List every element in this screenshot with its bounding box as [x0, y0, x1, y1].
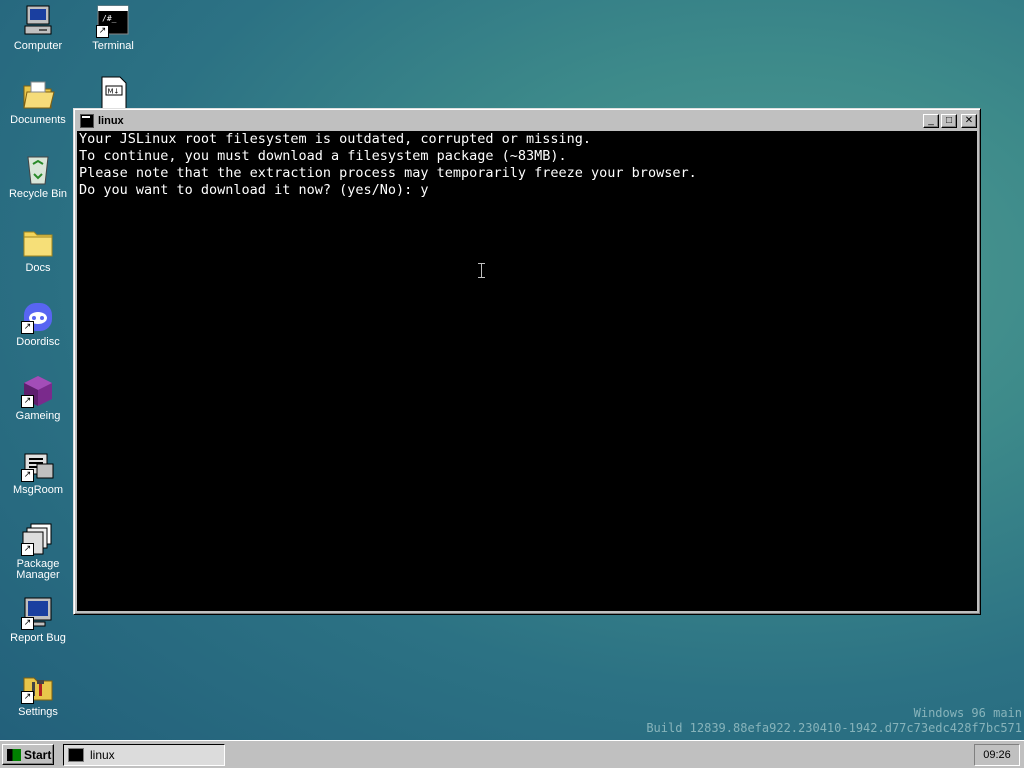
cube-icon: ↗ [21, 374, 55, 408]
linux-window: linux _ □ ✕ Your JSLinux root filesystem… [73, 108, 981, 615]
terminal-window-icon [80, 113, 94, 128]
terminal-line: Please note that the extraction process … [79, 165, 697, 181]
desktop-icon-label: Terminal [92, 40, 134, 52]
shortcut-arrow-icon: ↗ [21, 617, 34, 630]
monitor-icon: ↗ [21, 596, 55, 630]
terminal-line: Your JSLinux root filesystem is outdated… [79, 131, 592, 147]
desktop: Computer /#_ ↗ Terminal M↓ Documents Rec… [0, 0, 1024, 740]
svg-text:M↓: M↓ [108, 88, 120, 96]
minimize-button[interactable]: _ [923, 113, 939, 128]
window-title: linux [98, 114, 124, 127]
taskbar: Start linux 09:26 [0, 740, 1024, 768]
terminal-line: Do you want to download it now? (yes/No)… [79, 182, 429, 198]
desktop-icon-label: Settings [18, 706, 58, 718]
start-button[interactable]: Start [2, 744, 54, 765]
desktop-icon-package-manager[interactable]: ↗ Package Manager [1, 522, 75, 581]
build-watermark: Windows 96 main Build 12839.88efa922.230… [646, 706, 1022, 736]
watermark-line: Windows 96 main [913, 706, 1022, 720]
svg-text:/#_: /#_ [102, 14, 117, 23]
terminal-icon: /#_ ↗ [96, 4, 130, 38]
shortcut-arrow-icon: ↗ [21, 469, 34, 482]
markdown-file-icon: M↓ [96, 76, 130, 110]
desktop-icon-label: Computer [13, 40, 63, 52]
desktop-icon-docs[interactable]: Docs [1, 226, 75, 274]
desktop-icon-terminal[interactable]: /#_ ↗ Terminal [76, 4, 150, 52]
start-logo-icon [7, 748, 21, 761]
shortcut-arrow-icon: ↗ [21, 543, 34, 556]
settings-tools-icon: ↗ [21, 670, 55, 704]
desktop-icon-doordisc[interactable]: ↗ Doordisc [1, 300, 75, 348]
chat-computer-icon: ↗ [21, 448, 55, 482]
package-icon: ↗ [21, 522, 55, 556]
folder-open-icon [21, 78, 55, 112]
terminal-output[interactable]: Your JSLinux root filesystem is outdated… [77, 131, 977, 611]
shortcut-arrow-icon: ↗ [21, 691, 34, 704]
start-label: Start [24, 747, 52, 762]
text-cursor-icon [478, 263, 485, 278]
desktop-icon-label: Documents [10, 114, 66, 126]
shortcut-arrow-icon: ↗ [21, 321, 34, 334]
desktop-icon-label: MsgRoom [12, 484, 64, 496]
computer-icon [21, 4, 55, 38]
terminal-line: To continue, you must download a filesys… [79, 148, 567, 164]
desktop-icon-recycle-bin[interactable]: Recycle Bin [1, 152, 75, 200]
taskbar-item-label: linux [90, 748, 115, 762]
desktop-icon-label: Report Bug [10, 632, 66, 644]
shortcut-arrow-icon: ↗ [21, 395, 34, 408]
taskbar-item-linux[interactable]: linux [63, 744, 225, 766]
discord-icon: ↗ [21, 300, 55, 334]
window-titlebar[interactable]: linux _ □ ✕ [77, 112, 977, 129]
desktop-icon-label: Doordisc [16, 336, 60, 348]
recycle-bin-icon [21, 152, 55, 186]
desktop-icon-msgroom[interactable]: ↗ MsgRoom [1, 448, 75, 496]
watermark-line: Build 12839.88efa922.230410-1942.d77c73e… [646, 721, 1022, 735]
shortcut-arrow-icon: ↗ [96, 25, 109, 38]
desktop-icon-label: Docs [25, 262, 51, 274]
desktop-icon-gameing[interactable]: ↗ Gameing [1, 374, 75, 422]
terminal-window-icon [68, 748, 84, 762]
close-button[interactable]: ✕ [961, 113, 977, 128]
desktop-icon-label: Gameing [15, 410, 61, 422]
desktop-icon-report-bug[interactable]: ↗ Report Bug [1, 596, 75, 644]
maximize-button[interactable]: □ [941, 113, 957, 128]
desktop-icon-label: Package Manager [16, 558, 60, 581]
desktop-icon-label: Recycle Bin [8, 188, 68, 200]
desktop-icon-settings[interactable]: ↗ Settings [1, 670, 75, 718]
desktop-icon-computer[interactable]: Computer [1, 4, 75, 52]
system-tray-clock[interactable]: 09:26 [974, 744, 1020, 766]
folder-icon [21, 226, 55, 260]
desktop-icon-documents[interactable]: Documents [1, 78, 75, 126]
clock: 09:26 [983, 749, 1011, 761]
